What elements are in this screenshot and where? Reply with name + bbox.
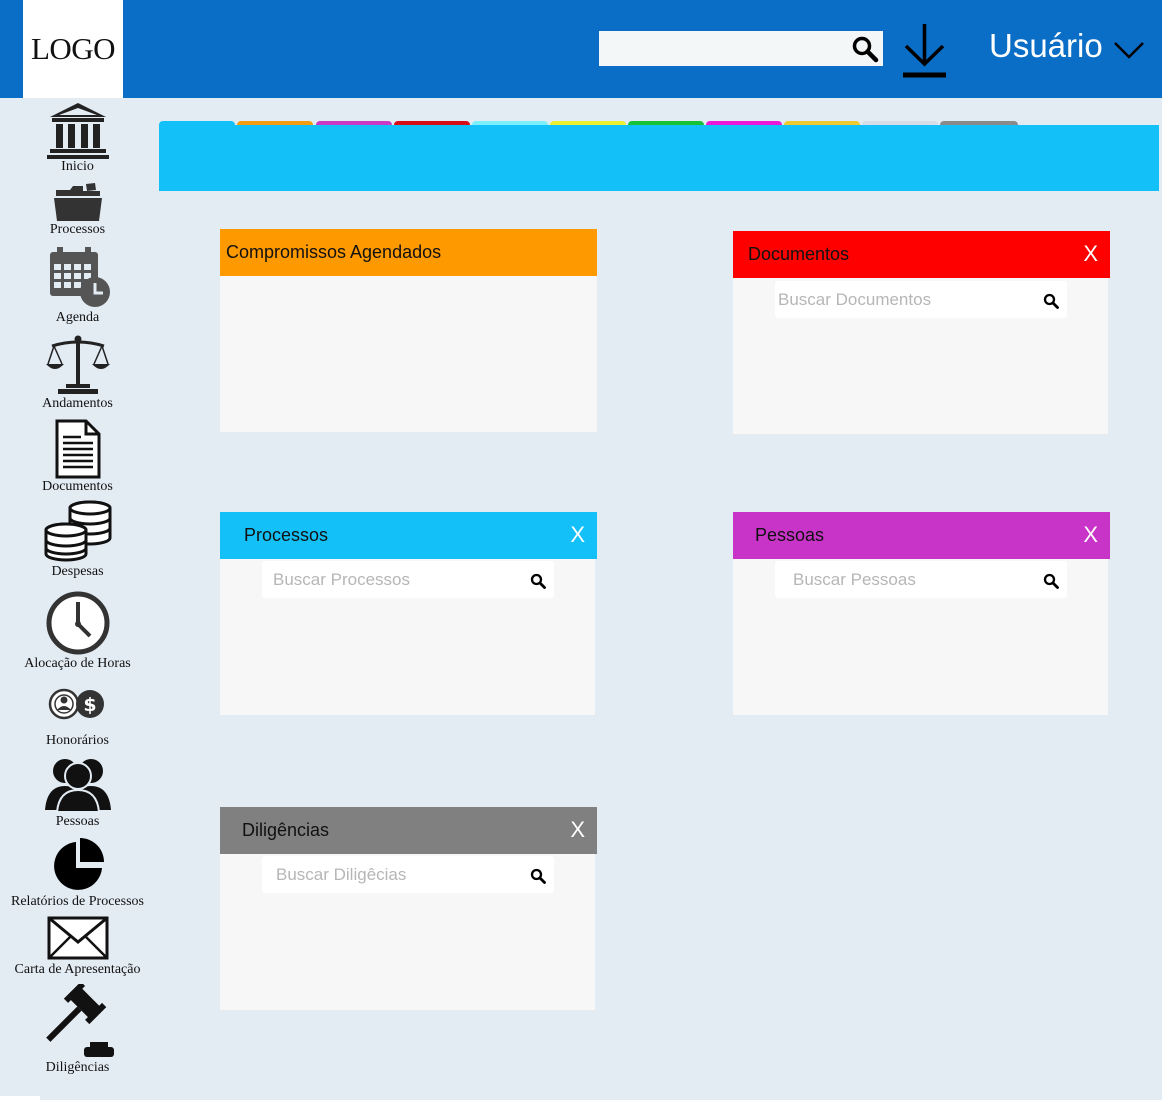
processos-search [262,561,554,598]
sidebar-item-processos[interactable]: Processos [0,182,155,238]
people-icon [44,759,111,813]
sidebar-item-label: Relatórios de Processos [11,894,144,909]
sidebar-item-label: Honorários [46,733,109,748]
sidebar-item-label: Processos [49,222,106,237]
sidebar-item-label: Diligências [45,1060,110,1075]
search-icon[interactable] [1043,573,1059,589]
widget-title: Processos [244,525,329,545]
sidebar: Inicio Processos Agenda Andamentos Docum… [0,98,155,1100]
widget-documentos-header: Documentos X [733,231,1110,278]
widget-title: Documentos [748,244,850,264]
sidebar-item-label: Documentos [42,479,113,494]
widget-compromissos-header: Compromissos Agendados [220,229,597,276]
widget-processos-header: Processos X [220,512,597,559]
documentos-search-input[interactable] [775,281,1024,318]
pie-chart-icon [53,838,104,890]
envelope-icon [47,916,108,960]
person-dollar-icon: $ [48,688,104,720]
search-icon[interactable] [1043,293,1059,309]
search-icon[interactable] [851,35,879,63]
chevron-down-icon [1113,42,1144,59]
global-search-input[interactable] [599,31,839,66]
widget-diligencias: Diligências X [220,807,597,1010]
top-header: LOGO Usuário [0,0,1162,98]
sidebar-item-alocacao-de-horas[interactable]: Alocação de Horas [0,590,155,672]
processos-search-input[interactable] [262,561,511,598]
widget-pessoas-header: Pessoas X [733,512,1110,559]
coins-icon [44,500,111,562]
logo[interactable]: LOGO [23,0,123,98]
document-icon [55,419,100,479]
close-icon[interactable]: X [570,818,585,842]
sidebar-item-label: Pessoas [55,814,100,829]
sidebar-item-despesas[interactable]: Despesas [0,500,155,580]
sidebar-item-pessoas[interactable]: Pessoas [0,754,155,830]
sidebar-item-carta-de-apresentacao[interactable]: Carta de Apresentação [0,916,155,978]
documentos-search [775,281,1067,318]
global-search [599,31,883,66]
search-icon[interactable] [530,868,546,884]
widget-compromissos: Compromissos Agendados [220,229,597,432]
sidebar-item-label: Carta de Apresentação [14,962,141,977]
calendar-clock-icon [49,247,110,307]
scales-icon [45,335,110,394]
diligencias-search-input[interactable] [262,856,511,893]
search-icon[interactable] [530,573,546,589]
bank-icon [46,103,109,159]
sidebar-item-label: Inicio [61,159,94,174]
gavel-icon [45,984,114,1057]
widget-pessoas: Pessoas X [733,512,1110,715]
svg-text:$: $ [83,694,96,716]
widget-title: Pessoas [755,525,825,545]
widget-title: Diligências [242,820,330,840]
diligencias-search [262,856,554,893]
close-icon[interactable]: X [570,523,585,547]
user-label: Usuário [989,27,1103,64]
sidebar-item-honorarios[interactable]: $ Honorários [0,685,155,749]
footer-divider [0,1096,40,1100]
content-banner [159,125,1159,191]
close-icon[interactable]: X [1083,523,1098,547]
sidebar-item-label: Despesas [51,564,104,579]
widget-diligencias-header: Diligências X [220,807,597,854]
sidebar-item-diligencias[interactable]: Diligências [0,984,155,1076]
widget-documentos: Documentos X [733,231,1110,434]
close-icon[interactable]: X [1083,242,1098,266]
sidebar-item-label: Agenda [55,310,100,325]
pessoas-search-input[interactable] [775,561,1024,598]
sidebar-item-inicio[interactable]: Inicio [0,101,155,175]
clock-icon [46,591,109,655]
sidebar-item-relatorios-de-processos[interactable]: Relatórios de Processos [0,838,155,910]
widget-processos: Processos X [220,512,597,715]
sidebar-item-agenda[interactable]: Agenda [0,246,155,326]
pessoas-search [775,561,1067,598]
user-menu[interactable]: Usuário [989,26,1145,66]
download-icon[interactable] [902,22,947,78]
sidebar-item-label: Andamentos [42,396,113,411]
sidebar-item-label: Alocação de Horas [24,656,131,671]
sidebar-item-documentos[interactable]: Documentos [0,419,155,495]
sidebar-item-andamentos[interactable]: Andamentos [0,334,155,412]
widget-title: Compromissos Agendados [226,242,442,262]
folder-icon [53,183,102,221]
